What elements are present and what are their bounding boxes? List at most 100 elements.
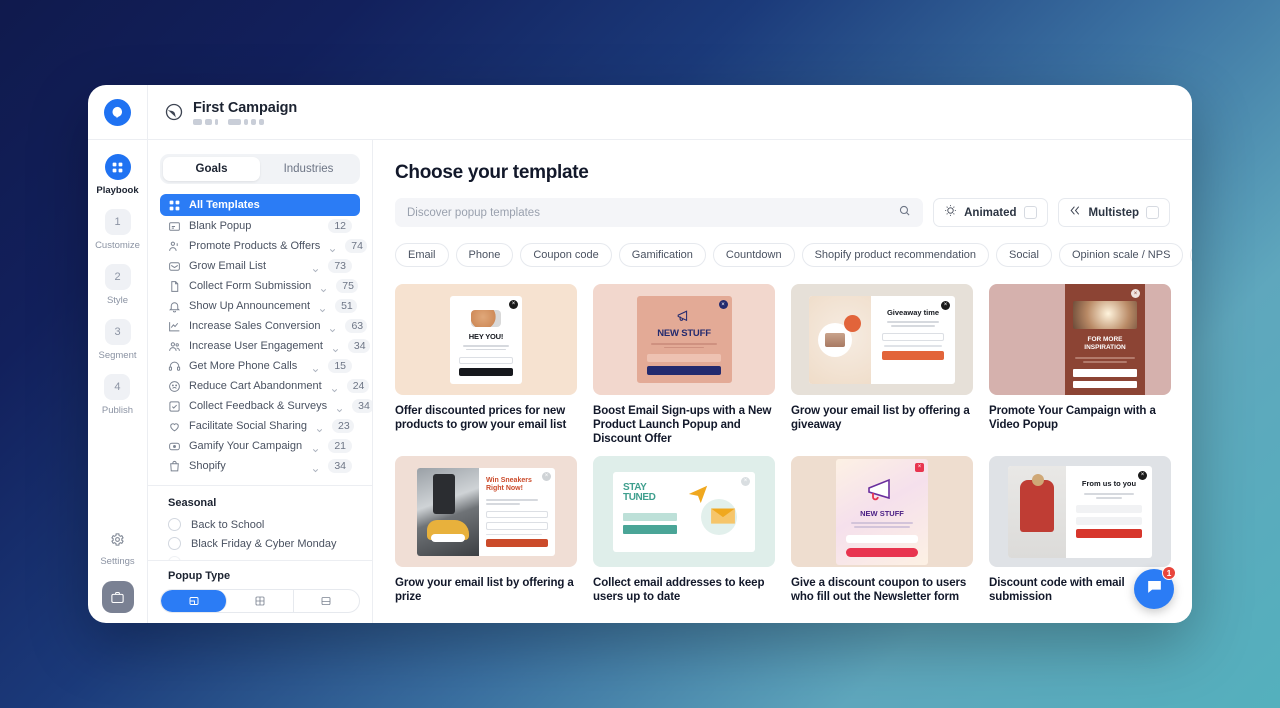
sidebar-item-show-up-announcement[interactable]: Show Up Announcement 51: [160, 296, 360, 316]
template-grid: × HEY YOU! Offer discounted prices for n…: [395, 284, 1192, 604]
template-thumbnail: × NEW STUFF: [791, 456, 973, 568]
rail-item-playbook[interactable]: Playbook: [96, 154, 139, 196]
shopify-bag-icon: [168, 460, 181, 473]
chevron-down-icon[interactable]: [311, 362, 320, 372]
template-card[interactable]: × NEW STUFF Give a discount coupon to us…: [791, 456, 973, 604]
sidebar-item-gamify-your-campaign[interactable]: Gamify Your Campaign 21: [160, 436, 360, 456]
template-card[interactable]: × Giveaway time Grow your email list by …: [791, 284, 973, 446]
template-heading: Giveaway time: [886, 307, 940, 317]
radio-icon: [168, 518, 181, 531]
megaphone-person-icon: [168, 240, 181, 253]
chip-social[interactable]: Social: [996, 243, 1052, 267]
template-heading: NEW STUFF: [860, 508, 904, 518]
sidebar-item-shopify[interactable]: Shopify 34: [160, 456, 360, 476]
tab-goals[interactable]: Goals: [163, 157, 260, 181]
sidebar-item-count: 73: [328, 259, 352, 273]
chevron-down-icon[interactable]: [328, 242, 337, 252]
sidebar-item-grow-email-list[interactable]: Grow Email List 73: [160, 256, 360, 276]
template-title: Collect email addresses to keep users up…: [593, 577, 765, 604]
sidebar-item-count: 24: [346, 379, 369, 393]
rail-item-customize[interactable]: 1 Customize: [95, 209, 140, 251]
search-icon[interactable]: [898, 204, 911, 222]
rail-item-publish[interactable]: 4 Publish: [102, 374, 133, 416]
animated-checkbox[interactable]: [1023, 206, 1037, 219]
template-card[interactable]: × FOR MORE INSPIRATION Promote Your Camp…: [989, 284, 1171, 446]
game-icon: [168, 440, 181, 453]
filter-animated[interactable]: Animated: [933, 198, 1048, 227]
page-title: First Campaign: [193, 99, 298, 116]
bar-icon[interactable]: [294, 590, 359, 612]
chevron-down-icon[interactable]: [311, 462, 320, 472]
sidebar-item-count: 15: [328, 359, 352, 373]
rail-item-settings[interactable]: Settings: [100, 532, 135, 567]
chevron-down-icon[interactable]: [319, 282, 328, 292]
template-card[interactable]: × NEW STUFF Boost Email Sign-ups with a …: [593, 284, 775, 446]
sidebar-item-label: Blank Popup: [189, 220, 252, 232]
sidebar-item-facilitate-social-sharing[interactable]: Facilitate Social Sharing 23: [160, 416, 360, 436]
template-thumbnail: × Giveaway time: [791, 284, 973, 395]
template-card[interactable]: × HEY YOU! Offer discounted prices for n…: [395, 284, 577, 446]
sidebar-item-all-templates[interactable]: All Templates: [160, 194, 360, 216]
sidebar-item-collect-feedback-surveys[interactable]: Collect Feedback & Surveys 34: [160, 396, 372, 416]
chat-bubble-icon: [1145, 577, 1164, 601]
chip-rating[interactable]: Rating: [1190, 243, 1192, 267]
app-logo[interactable]: [88, 85, 148, 140]
sidebar-item-label: Increase Sales Conversion: [189, 320, 321, 332]
chevron-down-icon[interactable]: [311, 262, 320, 272]
chevron-down-icon[interactable]: [330, 382, 339, 392]
chip-coupon-code[interactable]: Coupon code: [520, 243, 612, 267]
grid-icon: [168, 199, 181, 212]
chip-gamification[interactable]: Gamification: [618, 243, 706, 267]
seasonal-item-back-to-school[interactable]: Back to School: [148, 515, 372, 534]
step-badge: 1: [104, 209, 131, 235]
chat-launcher-button[interactable]: 1: [1134, 566, 1176, 609]
search-container[interactable]: [395, 198, 924, 227]
blank-popup-icon: [168, 220, 181, 233]
sidebar-item-collect-form-submission[interactable]: Collect Form Submission 75: [160, 276, 360, 296]
chip-opinion-scale-nps[interactable]: Opinion scale / NPS: [1058, 243, 1184, 267]
search-input[interactable]: [407, 206, 891, 219]
sidebar-item-count: 23: [332, 419, 355, 433]
seasonal-item-label: Back to School: [191, 518, 265, 531]
sidebar-item-increase-sales-conversion[interactable]: Increase Sales Conversion 63: [160, 316, 368, 336]
briefcase-icon[interactable]: [101, 581, 134, 613]
sidebar-item-get-more-phone-calls[interactable]: Get More Phone Calls 15: [160, 356, 360, 376]
search-and-filters: Animated Multistep: [395, 198, 1192, 227]
chip-countdown[interactable]: Countdown: [712, 243, 795, 267]
sidebar-item-promote-products-offers[interactable]: Promote Products & Offers 74: [160, 236, 368, 256]
seasonal-item-black-friday[interactable]: Black Friday & Cyber Monday: [148, 534, 372, 553]
chip-shopify-product-recommendation[interactable]: Shopify product recommendation: [801, 243, 990, 267]
chevron-down-icon[interactable]: [311, 442, 320, 452]
template-card[interactable]: × Win Sneakers Right Now! Grow your emai…: [395, 456, 577, 604]
sidebar-item-blank-popup[interactable]: Blank Popup 12: [160, 216, 360, 236]
template-thumbnail: × From us to you: [989, 456, 1171, 568]
sidebar-item-count: 12: [328, 219, 352, 233]
rail-label: Settings: [100, 556, 135, 567]
animated-icon: [944, 204, 957, 222]
rail-item-segment[interactable]: 3 Segment: [98, 319, 137, 361]
filter-multistep[interactable]: Multistep: [1057, 198, 1170, 227]
template-filter-sidebar: Goals Industries All Templates Blank Pop…: [148, 140, 373, 623]
chip-email[interactable]: Email: [395, 243, 449, 267]
sidebar-item-label: Show Up Announcement: [189, 300, 311, 312]
rail-label: Segment: [98, 350, 137, 361]
chat-unread-badge: 1: [1162, 566, 1176, 580]
template-card[interactable]: × STAY TUNED Collect email addresses to …: [593, 456, 775, 604]
headset-icon: [168, 360, 181, 373]
chevron-down-icon[interactable]: [315, 422, 324, 432]
chevron-down-icon[interactable]: [331, 342, 340, 352]
chevron-down-icon[interactable]: [318, 302, 327, 312]
sidebar-item-label: Facilitate Social Sharing: [189, 420, 308, 432]
sidebar-item-reduce-cart-abandonment[interactable]: Reduce Cart Abandonment 24: [160, 376, 369, 396]
campaign-subtitle-redacted: [193, 118, 297, 125]
popup-overlay-icon[interactable]: [161, 590, 228, 612]
fullscreen-icon[interactable]: [227, 590, 294, 612]
tab-industries[interactable]: Industries: [260, 157, 357, 181]
chip-phone[interactable]: Phone: [455, 243, 514, 267]
sidebar-item-increase-user-engagement[interactable]: Increase User Engagement 34: [160, 336, 370, 356]
chevron-down-icon[interactable]: [328, 322, 337, 332]
chevron-down-icon[interactable]: [335, 402, 344, 412]
sidebar-item-count: 34: [352, 399, 372, 413]
multistep-checkbox[interactable]: [1146, 206, 1159, 219]
rail-item-style[interactable]: 2 Style: [104, 264, 131, 306]
